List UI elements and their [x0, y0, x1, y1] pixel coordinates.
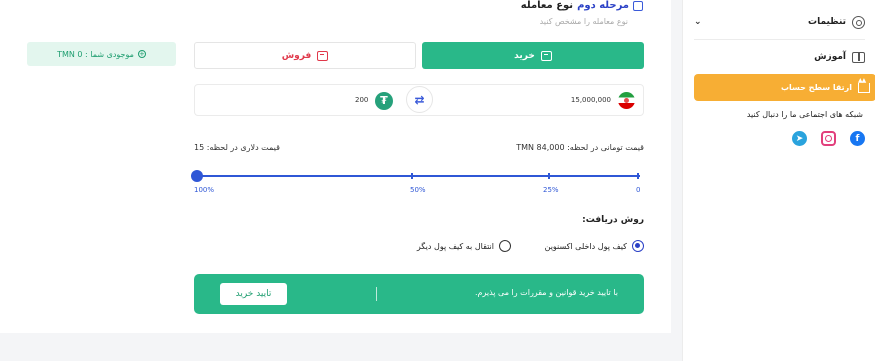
trade-panel: مرحله دوم نوع معامله نوع معامله را مشخص …: [0, 0, 671, 333]
swap-currencies-button[interactable]: ⇄: [406, 86, 433, 113]
confirm-buy-button[interactable]: تایید خرید: [220, 283, 287, 305]
upgrade-label: ارتقا سطح حساب: [780, 83, 852, 92]
book-icon: [852, 51, 865, 63]
facebook-icon[interactable]: f: [850, 131, 865, 146]
sidebar-item-label: آموزش: [814, 52, 846, 62]
amount-slider-track[interactable]: [197, 175, 640, 177]
step-icon: [633, 0, 643, 11]
page-background: [0, 333, 682, 361]
usdt-amount-input[interactable]: 200: [355, 96, 368, 104]
toman-price: قیمت تومانی در لحظه: TMN 84,000: [516, 143, 644, 152]
divider: [694, 39, 865, 40]
step-title: نوع معامله: [520, 0, 574, 11]
balance-badge: + موجودی شما : TMN 0: [27, 42, 176, 66]
crown-icon: [858, 77, 870, 93]
social-icons: ➤ f: [792, 131, 865, 146]
radio-label: انتقال به کیف پول دیگر: [416, 241, 494, 251]
radio-button[interactable]: [632, 240, 644, 252]
radio-label: کیف پول داخلی اکسنوین: [544, 241, 627, 251]
irr-amount-input[interactable]: 15,000,000: [571, 96, 611, 104]
radio-button[interactable]: [499, 240, 511, 252]
sidebar-item-settings[interactable]: تنظیمات ⌄: [694, 13, 865, 31]
gear-icon: [852, 15, 865, 29]
add-balance-icon: +: [137, 50, 146, 58]
sidebar-item-learn[interactable]: آموزش: [694, 50, 865, 64]
chevron-down-icon: ⌄: [694, 17, 702, 27]
slider-tick: [548, 173, 550, 179]
buy-icon: [540, 50, 552, 61]
page-title: مرحله دوم نوع معامله: [521, 0, 643, 11]
amount-slider-handle[interactable]: [191, 170, 203, 182]
sidebar-item-label: تنظیمات: [808, 17, 846, 27]
iran-flag-icon: [618, 92, 635, 109]
buy-label: خرید: [514, 50, 535, 61]
balance-text: موجودی شما : TMN 0: [57, 49, 134, 59]
page-subtitle: نوع معامله را مشخص کنید: [539, 17, 628, 26]
receive-method-title: روش دریافت:: [582, 215, 644, 225]
terms-text: با تایید خرید قوانین و مقررات را می پذیر…: [474, 288, 618, 297]
radio-external-wallet[interactable]: انتقال به کیف پول دیگر: [417, 240, 511, 252]
upgrade-account-button[interactable]: ارتقا سطح حساب: [694, 74, 875, 101]
sidebar: تنظیمات ⌄ آموزش ارتقا سطح حساب شبکه های …: [682, 0, 875, 361]
confirm-bar: با تایید خرید قوانین و مقررات را می پذیر…: [194, 274, 644, 314]
step-label: مرحله دوم: [577, 0, 629, 11]
dollar-price: قیمت دلاری در لحظه: 15: [194, 143, 280, 152]
slider-tick-label: 100%: [194, 186, 215, 194]
swap-icon: ⇄: [414, 92, 425, 107]
sell-tab-button[interactable]: فروش: [194, 42, 416, 69]
telegram-icon[interactable]: ➤: [792, 131, 807, 146]
radio-internal-wallet[interactable]: کیف پول داخلی اکسنوین: [545, 240, 644, 252]
slider-tick-label: 25%: [543, 186, 559, 194]
social-follow-text: شبکه های اجتماعی ما را دنبال کنید: [746, 110, 863, 119]
instagram-icon[interactable]: [821, 131, 836, 146]
buy-tab-button[interactable]: خرید: [422, 42, 644, 69]
tether-icon: ₮: [375, 92, 393, 110]
sell-icon: [317, 50, 329, 61]
slider-tick: [637, 173, 639, 179]
slider-tick: [411, 173, 413, 179]
sell-label: فروش: [281, 50, 312, 61]
divider: [376, 287, 377, 301]
slider-tick-label: 0: [636, 186, 641, 194]
slider-tick-label: 50%: [410, 186, 426, 194]
